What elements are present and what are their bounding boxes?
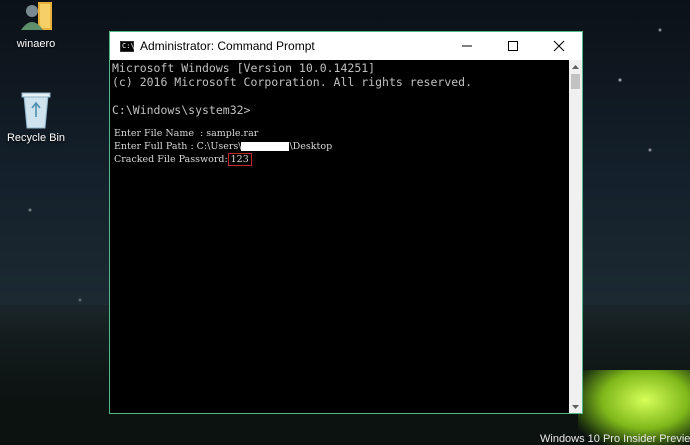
full-path-suffix: \Desktop (289, 141, 333, 152)
file-name-label: Enter File Name : (114, 128, 207, 139)
command-prompt-line: C:\Windows\system32> (112, 103, 251, 117)
command-prompt-window[interactable]: C:\ Administrator: Command Prompt Micros… (109, 31, 583, 414)
window-title: Administrator: Command Prompt (140, 39, 315, 53)
scroll-down-icon (572, 404, 579, 409)
cmd-app-icon: C:\ (120, 40, 135, 52)
vertical-scrollbar[interactable] (569, 60, 582, 413)
scroll-thumb[interactable] (571, 74, 580, 89)
cracked-password-value: 123 (227, 153, 252, 166)
cracked-password-row: Cracked File Password: 123 (114, 153, 252, 166)
full-path-row: Enter Full Path : C:\Users\ \Desktop (114, 141, 332, 152)
console-output[interactable]: Microsoft Windows [Version 10.0.14251] (… (110, 60, 569, 413)
redacted-username (241, 142, 290, 151)
desktop-icon-winaero[interactable]: winaero (0, 0, 72, 50)
file-name-value: sample.rar (206, 128, 259, 139)
full-path-label: Enter Full Path : (114, 141, 197, 152)
close-button[interactable] (536, 32, 582, 60)
minimize-icon (462, 45, 472, 47)
maximize-icon (508, 41, 518, 51)
desktop-icon-label: Recycle Bin (6, 132, 66, 144)
scroll-up-icon (572, 64, 579, 69)
scroll-up-button[interactable] (569, 60, 582, 73)
maximize-button[interactable] (490, 32, 536, 60)
desktop-icon-label: winaero (16, 38, 56, 50)
os-watermark: Windows 10 Pro Insider Preview (540, 433, 690, 445)
minimize-button[interactable] (444, 32, 490, 60)
recycle-bin-icon (20, 90, 52, 130)
user-folder-icon (18, 0, 54, 36)
cracked-password-label: Cracked File Password: (114, 154, 228, 165)
title-bar[interactable]: C:\ Administrator: Command Prompt (110, 32, 582, 60)
full-path-prefix: C:\Users\ (196, 141, 242, 152)
file-name-row: Enter File Name : sample.rar (114, 128, 258, 139)
desktop-icon-recycle-bin[interactable]: Recycle Bin (0, 90, 72, 144)
scroll-down-button[interactable] (569, 400, 582, 413)
close-icon (553, 40, 565, 52)
version-line: Microsoft Windows [Version 10.0.14251] (112, 61, 376, 75)
copyright-line: (c) 2016 Microsoft Corporation. All righ… (112, 75, 473, 89)
